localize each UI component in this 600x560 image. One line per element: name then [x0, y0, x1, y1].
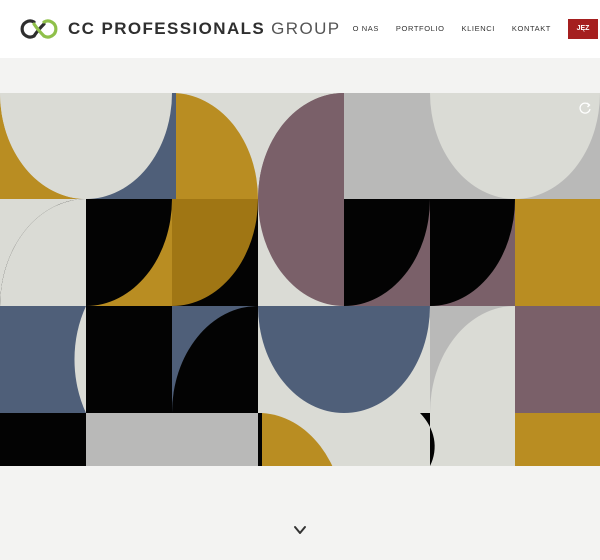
- tile-r4c2: [86, 413, 258, 466]
- brand-name-light: GROUP: [271, 19, 341, 38]
- tile-r1c5: [344, 93, 430, 199]
- tile-r1c3-edge: [172, 93, 176, 199]
- nav-item-klienci[interactable]: KLIENCI: [462, 19, 495, 39]
- site-header: CC PROFESSIONALS GROUP O NAS PORTFOLIO KL…: [0, 0, 600, 58]
- refresh-icon[interactable]: [578, 101, 592, 115]
- cc-logo-icon[interactable]: [20, 16, 58, 42]
- tile-r3c2: [86, 306, 172, 413]
- tile-r3c1: [0, 306, 86, 413]
- nav-item-portfolio[interactable]: PORTFOLIO: [396, 19, 445, 39]
- brand-name-bold: CC PROFESSIONALS: [68, 19, 266, 38]
- main-nav: O NAS PORTFOLIO KLIENCI KONTAKT JĘZ: [353, 19, 600, 39]
- geometric-pattern: [0, 93, 600, 466]
- language-button[interactable]: JĘZ: [568, 19, 598, 39]
- tile-r4c4-edge: [258, 413, 262, 466]
- tile-r3c7: [515, 306, 600, 413]
- tile-r4c7: [515, 413, 600, 466]
- tile-r2c7: [515, 199, 600, 306]
- nav-item-kontakt[interactable]: KONTAKT: [512, 19, 551, 39]
- chevron-down-icon[interactable]: [292, 524, 308, 536]
- nav-item-o-nas[interactable]: O NAS: [353, 19, 379, 39]
- brand-name[interactable]: CC PROFESSIONALS GROUP: [68, 18, 340, 40]
- tile-r4c1: [0, 413, 86, 466]
- hero-artwork: [0, 93, 600, 466]
